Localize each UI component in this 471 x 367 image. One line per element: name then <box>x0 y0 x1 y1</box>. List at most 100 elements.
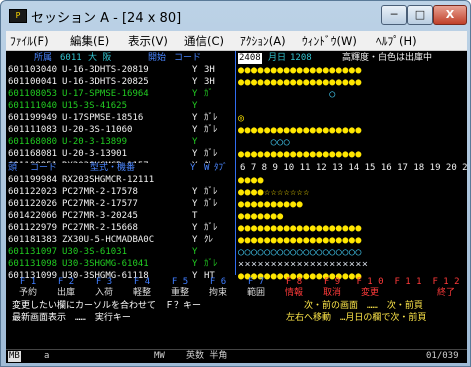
table-row[interactable]: 6011 03040 U-16-3DHTS-20819 Y 3H ●●●●●●●●●●●●… <box>6 65 467 76</box>
table-row[interactable]: 6011 08053 U-17-SPMSE-16964 Y ｶﾞ ○ <box>6 89 467 100</box>
schedule-cells[interactable]: ●●●●●●●●●●●●●●●●●●● <box>238 235 466 246</box>
fkey-1-number[interactable]: F 1 <box>10 277 46 288</box>
fkey-3-number[interactable]: F 3 <box>86 277 122 288</box>
table-row[interactable]: 6011 31098 U30-3SHGMG-61041 Y ｶﾞﾚ ×××××××××××… <box>6 259 467 270</box>
schedule-cells[interactable]: ●●●●●●●●●● <box>238 199 466 210</box>
month-day-field[interactable]: 1208 <box>290 53 312 64</box>
fkey-11-number[interactable]: F 1 1 <box>390 277 426 288</box>
menu-view[interactable]: 表示(V) <box>128 33 168 49</box>
maximize-button[interactable]: □ <box>407 5 433 25</box>
schedule-cells[interactable]: ○ <box>238 89 466 100</box>
row-code[interactable]: 81383 <box>30 235 57 246</box>
row-model[interactable]: U-16-3DHTS-20819 <box>62 65 149 76</box>
schedule-cells[interactable]: ○○○ <box>238 137 466 148</box>
fkey-1-label[interactable]: 予約 <box>10 288 46 299</box>
table-row[interactable]: 6011 11083 U-20-3S-11060 Y ｶﾞﾚ ●●●●●●●●●●●●●●… <box>6 125 467 136</box>
table-row[interactable]: 6011 00041 U-16-3DHTS-20825 Y 3H ●●●●●●●●●●●●… <box>6 77 467 88</box>
row-code[interactable]: 11040 <box>30 101 57 112</box>
schedule-cells[interactable]: ◎ <box>238 113 466 124</box>
fkey-9-number[interactable]: F 9 <box>314 277 350 288</box>
schedule-cells[interactable]: ●●●●●●●●●●●●●●●●●●● <box>238 77 466 88</box>
fkey-9-label[interactable]: 取消 <box>314 288 350 299</box>
row-code[interactable]: 99984 <box>30 175 57 186</box>
fkey-12-label[interactable]: 終了 <box>428 288 464 299</box>
schedule-cells[interactable]: ×××××××××××××××××××× <box>238 259 466 270</box>
row-model[interactable]: U-20-3-13899 <box>62 137 127 148</box>
fkey-7-number[interactable]: F 7 <box>238 277 274 288</box>
menu-edit[interactable]: 編集(E) <box>70 33 109 49</box>
row-model[interactable]: PC27MR-2-17578 <box>62 187 138 198</box>
app-icon[interactable]: P <box>9 9 27 23</box>
fkey-3-label[interactable]: 入荷 <box>86 288 122 299</box>
row-code[interactable]: 22979 <box>30 223 57 234</box>
row-model[interactable]: RX203SHGMCR-12111 <box>62 175 154 186</box>
row-code[interactable]: 22023 <box>30 187 57 198</box>
menu-comm[interactable]: 通信(C) <box>184 33 224 49</box>
row-model[interactable]: PC27MR-3-20245 <box>62 211 138 222</box>
menu-help[interactable]: ﾍﾙﾌﾟ(H) <box>376 33 417 49</box>
menu-action[interactable]: ｱｸｼｮﾝ(A) <box>240 33 286 49</box>
row-code[interactable]: 00041 <box>30 77 57 88</box>
fkey-12-number[interactable]: F 1 2 <box>428 277 464 288</box>
minimize-button[interactable]: ─ <box>381 5 407 25</box>
fkey-4-number[interactable]: F 4 <box>124 277 160 288</box>
table-row[interactable]: 6011 22023 PC27MR-2-17578 Y ｶﾞﾚ ●●●●☆☆☆☆☆☆☆ <box>6 187 467 198</box>
fkey-8-number[interactable]: F 8 <box>276 277 312 288</box>
table-row[interactable]: 6011 81383 ZX30U-5-HCMADBA0C Y ｸﾚ ●●●●●●●●●●●… <box>6 235 467 246</box>
fkey-5-label[interactable]: 重整 <box>162 288 198 299</box>
row-model[interactable]: U-17-SPMSE-16964 <box>62 89 149 100</box>
fkey-6-number[interactable]: F 6 <box>200 277 236 288</box>
schedule-cells[interactable]: ●●●●●●●●●●●●●●●●●●● <box>238 65 466 76</box>
close-button[interactable]: X <box>433 5 467 25</box>
row-model[interactable]: U-20-3S-11060 <box>62 125 132 136</box>
year-field[interactable]: 2408 <box>238 53 262 64</box>
fkey-4-label[interactable]: 軽整 <box>124 288 160 299</box>
fkey-2-label[interactable]: 出庫 <box>48 288 84 299</box>
row-model[interactable]: U15-3S-41625 <box>62 101 127 112</box>
row-code[interactable]: 22066 <box>30 211 57 222</box>
row-code[interactable]: 03040 <box>30 65 57 76</box>
row-model[interactable]: PC27MR-2-17577 <box>62 199 138 210</box>
row-model[interactable]: U30-3SHGMG-61041 <box>62 259 149 270</box>
schedule-cells[interactable]: ○○○○○○○○○○○○○○○○○○○ <box>238 247 466 258</box>
row-code[interactable]: 31097 <box>30 247 57 258</box>
row-model[interactable]: ZX30U-5-HCMADBA0C <box>62 235 154 246</box>
fkey-6-label[interactable]: 拘束 <box>200 288 236 299</box>
fkey-8-label[interactable]: 情報 <box>276 288 312 299</box>
row-model[interactable]: U-20-3-13901 <box>62 149 127 160</box>
table-row[interactable]: 6011 31097 U30-3S-61031 Y ○○○○○○○○○○○○○○○○○○… <box>6 247 467 258</box>
table-row[interactable]: 6011 99984 RX203SHGMCR-12111 ●●●● <box>6 175 467 186</box>
table-row[interactable]: 6011 22979 PC27MR-2-15668 Y ｶﾞﾚ ●●●●●●●●●●●●●… <box>6 223 467 234</box>
row-code[interactable]: 99949 <box>30 113 57 124</box>
row-model[interactable]: U-17SPMSE-18516 <box>62 113 143 124</box>
row-code[interactable]: 68080 <box>30 137 57 148</box>
schedule-cells[interactable]: ●●●●●●●●●●●●●●●●●●● <box>238 125 466 136</box>
fkey-2-number[interactable]: F 2 <box>48 277 84 288</box>
schedule-cells[interactable]: ●●●● <box>238 175 466 186</box>
row-code[interactable]: 22026 <box>30 199 57 210</box>
row-code[interactable]: 08053 <box>30 89 57 100</box>
row-code[interactable]: 68081 <box>30 149 57 160</box>
table-row[interactable]: 6011 22026 PC27MR-2-17577 Y ｶﾞﾚ ●●●●●●●●●● <box>6 199 467 210</box>
schedule-cells[interactable]: ●●●●●●● <box>238 211 466 222</box>
table-row[interactable]: 6011 68081 U-20-3-13901 Y ｶﾞﾚ ●●●●●●●●●●●●●●●… <box>6 149 467 160</box>
table-row[interactable]: 6011 68080 U-20-3-13899 Y ○○○ <box>6 137 467 148</box>
title-bar[interactable]: P セッション A - [24 x 80] ─ □ X <box>1 1 470 31</box>
schedule-cells[interactable]: ●●●●●●●●●●●●●●●●●●● <box>238 149 466 160</box>
menu-window[interactable]: ｳｨﾝﾄﾞｳ(W) <box>302 33 357 49</box>
fkey-7-label[interactable]: 範囲 <box>238 288 274 299</box>
row-code[interactable]: 31098 <box>30 259 57 270</box>
row-model[interactable]: PC27MR-2-15668 <box>62 223 138 234</box>
table-row[interactable]: 6011 99949 U-17SPMSE-18516 Y ｶﾞﾚ ◎ <box>6 113 467 124</box>
fkey-10-label[interactable]: 変更 <box>352 288 388 299</box>
schedule-cells[interactable]: ●●●●☆☆☆☆☆☆☆ <box>238 187 466 198</box>
table-row[interactable]: 6011 11040 U15-3S-41625 Y <box>6 101 467 112</box>
row-model[interactable]: U30-3S-61031 <box>62 247 127 258</box>
row-code[interactable]: 11083 <box>30 125 57 136</box>
table-row[interactable]: 6014 22066 PC27MR-3-20245 T ●●●●●●● <box>6 211 467 222</box>
schedule-cells[interactable] <box>238 101 466 112</box>
terminal-screen[interactable]: 所属 6011 大 阪 開始 コード 2408 月日 1208 高輝度・白色は出… <box>6 51 467 363</box>
fkey-5-number[interactable]: F 5 <box>162 277 198 288</box>
menu-file[interactable]: ﾌｧｲﾙ(F) <box>10 33 49 49</box>
schedule-cells[interactable]: ●●●●●●●●●●●●●●●●●●● <box>238 223 466 234</box>
